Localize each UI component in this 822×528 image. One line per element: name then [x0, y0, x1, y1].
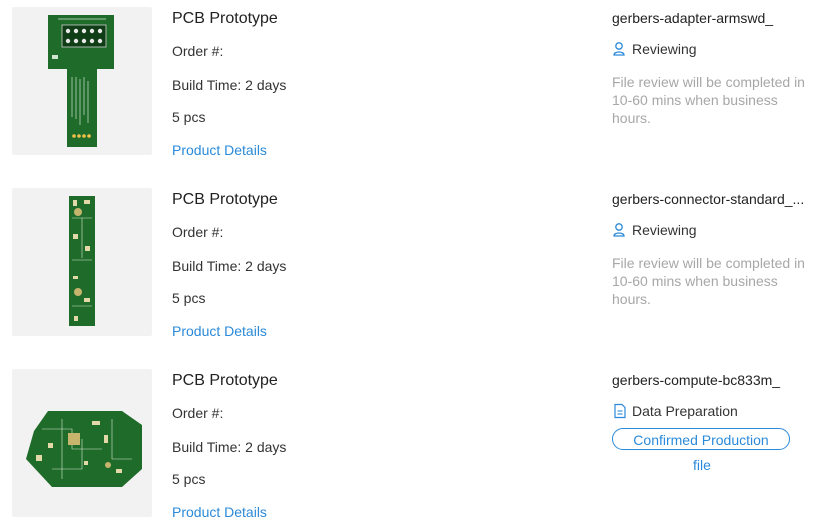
order-list: PCB Prototype Order #: Build Time: 2 day… — [0, 0, 822, 528]
status-text: Reviewing — [632, 222, 697, 238]
user-check-icon — [612, 41, 628, 57]
pcb-compute-image — [26, 411, 142, 487]
product-details-link[interactable]: Product Details — [172, 142, 267, 158]
document-icon — [612, 403, 628, 419]
review-note: File review will be completed in 10-60 m… — [612, 74, 805, 126]
confirm-production-button[interactable]: Confirmed Production — [612, 428, 790, 450]
status-text: Data Preparation — [632, 403, 738, 419]
quantity: 5 pcs — [172, 471, 206, 487]
order-number: Order #: — [172, 405, 224, 421]
order-item: PCB Prototype Order #: Build Time: 2 day… — [0, 181, 822, 341]
pcb-connector-image — [69, 196, 95, 326]
status-text: Reviewing — [632, 41, 697, 57]
pcb-thumbnail[interactable] — [12, 188, 152, 336]
status-label: Data Preparation — [612, 403, 738, 419]
build-time: Build Time: 2 days — [172, 439, 287, 455]
order-item: PCB Prototype Order #: Build Time: 2 day… — [0, 0, 822, 160]
product-title: PCB Prototype — [172, 191, 278, 208]
pcb-thumbnail[interactable] — [12, 7, 152, 155]
product-details-link[interactable]: Product Details — [172, 504, 267, 520]
product-title: PCB Prototype — [172, 372, 278, 389]
pcb-thumbnail[interactable] — [12, 369, 152, 517]
review-note: File review will be completed in 10-60 m… — [612, 255, 805, 307]
status-label: Reviewing — [612, 222, 697, 238]
gerber-filename: gerbers-connector-standard_... — [612, 191, 805, 207]
gerber-filename: gerbers-compute-bc833m_ — [612, 372, 781, 388]
status-label: Reviewing — [612, 41, 697, 57]
gerber-filename: gerbers-adapter-armswd_ — [612, 10, 774, 26]
user-check-icon — [612, 222, 628, 238]
order-item: PCB Prototype Order #: Build Time: 2 day… — [0, 362, 822, 522]
pcb-adapter-image — [48, 15, 114, 147]
build-time: Build Time: 2 days — [172, 258, 287, 274]
quantity: 5 pcs — [172, 290, 206, 306]
product-details-link[interactable]: Product Details — [172, 323, 267, 339]
confirm-production-file-label[interactable]: file — [612, 457, 792, 473]
order-number: Order #: — [172, 43, 224, 59]
order-number: Order #: — [172, 224, 224, 240]
product-title: PCB Prototype — [172, 10, 278, 27]
build-time: Build Time: 2 days — [172, 77, 287, 93]
quantity: 5 pcs — [172, 109, 206, 125]
